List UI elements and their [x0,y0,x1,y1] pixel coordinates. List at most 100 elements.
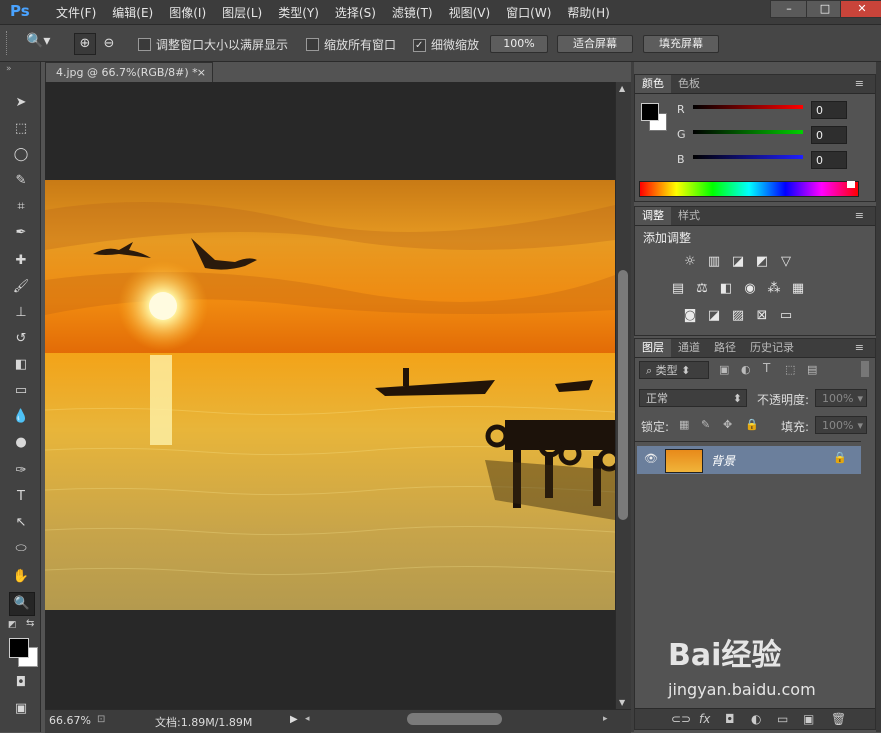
menu-item[interactable]: 图像(I) [161,4,214,21]
layer-row[interactable]: 👁 背景 🔒 [637,446,861,474]
photo-filter-icon[interactable]: ◉ [741,282,759,296]
blur-tool-icon[interactable]: 💧 [9,406,33,428]
history-brush-icon[interactable]: ↺ [9,328,33,350]
lock-pixels-icon[interactable]: ✎ [701,418,710,431]
hue-saturation-icon[interactable]: ▤ [669,282,687,296]
blend-mode-select[interactable]: 正常 ⬍ [639,389,747,407]
fit-screen-button[interactable]: 适合屏幕 [557,35,633,53]
maximize-button[interactable]: □ [806,0,844,18]
foreground-color-swatch[interactable] [641,103,659,121]
lock-transparency-icon[interactable]: ▦ [679,418,689,431]
grip-handle[interactable] [6,31,10,55]
tab-close-icon[interactable]: × [197,63,206,83]
close-button[interactable]: ✕ [840,0,881,18]
panel-menu-icon[interactable]: ≡ [848,75,871,93]
channel-g-slider[interactable] [693,130,803,134]
menu-item[interactable]: 编辑(E) [104,4,161,21]
foreground-color-swatch[interactable] [9,638,29,658]
menu-item[interactable]: 图层(L) [214,4,270,21]
menu-item[interactable]: 帮助(H) [559,4,617,21]
zoom-tool-icon[interactable]: 🔍 [9,592,35,616]
eye-icon[interactable]: 👁 [644,452,658,465]
tab-color[interactable]: 颜色 [635,75,671,93]
black-white-icon[interactable]: ◧ [717,282,735,296]
scroll-up-icon[interactable]: ▲ [619,84,625,93]
fill-screen-button[interactable]: 填充屏幕 [643,35,719,53]
filter-type-icon[interactable]: T [763,361,770,375]
hand-tool-icon[interactable]: ✋ [9,566,33,588]
checkbox-box[interactable] [413,39,426,52]
panel-collapse-strip[interactable] [876,62,881,732]
invert-icon[interactable]: ◙ [681,309,699,323]
layer-filter-select[interactable]: ⌕ 类型 ⬍ [639,361,709,379]
filter-toggle[interactable] [861,361,869,377]
zoom-tool-preset-icon[interactable]: 🔍▾ [26,33,50,49]
zoom-level[interactable]: 66.67% [49,714,91,727]
filter-shape-icon[interactable]: ⬚ [785,363,795,376]
color-lookup-icon[interactable]: ▦ [789,282,807,296]
collapse-icon[interactable]: » [6,64,12,74]
scrubby-zoom-checkbox[interactable]: 细微缩放 [413,36,479,53]
exposure-icon[interactable]: ◩ [753,255,771,269]
channel-r-value[interactable]: 0 [811,101,847,119]
checkbox-box[interactable] [306,38,319,51]
default-colors-icon[interactable]: ◩ [8,620,17,630]
zoom-in-icon[interactable]: ⊕ [74,33,96,55]
channel-g-value[interactable]: 0 [811,126,847,144]
type-tool-icon[interactable]: T [9,486,33,508]
filter-smart-object-icon[interactable]: ▤ [807,363,817,376]
lasso-tool-icon[interactable]: ◯ [9,144,33,166]
quick-select-tool-icon[interactable]: ✎ [9,170,33,192]
eraser-tool-icon[interactable]: ◧ [9,354,33,376]
channel-b-value[interactable]: 0 [811,151,847,169]
path-select-icon[interactable]: ↖ [9,512,33,534]
brightness-contrast-icon[interactable]: ☼ [681,255,699,269]
channel-r-slider[interactable] [693,105,803,109]
opacity-field[interactable]: 100% ▾ [815,389,867,407]
move-tool-icon[interactable]: ➤ [9,92,33,114]
horizontal-scroll-thumb[interactable] [407,713,502,725]
curves-icon[interactable]: ◪ [729,255,747,269]
tab-styles[interactable]: 样式 [671,207,707,225]
tab-swatches[interactable]: 色板 [671,75,707,93]
ellipse-tool-icon[interactable]: ⬭ [9,538,33,560]
selective-color-icon[interactable]: ⊠ [753,309,771,323]
vibrance-icon[interactable]: ▽ [777,255,795,269]
checkbox-box[interactable] [138,38,151,51]
color-balance-icon[interactable]: ⚖ [693,282,711,296]
dodge-tool-icon[interactable]: ● [9,432,33,454]
filter-adjustment-icon[interactable]: ◐ [741,363,751,376]
white-swatch[interactable] [847,181,855,188]
panel-menu-icon[interactable]: ≡ [848,207,871,225]
tab-paths[interactable]: 路径 [707,339,743,357]
crop-tool-icon[interactable]: ⌗ [9,196,33,218]
channel-b-slider[interactable] [693,155,803,159]
screen-mode-icon[interactable]: ▣ [9,698,33,720]
levels-icon[interactable]: ▥ [705,255,723,269]
panel-menu-icon[interactable]: ≡ [848,339,871,357]
resize-windows-checkbox[interactable]: 调整窗口大小以满屏显示 [138,36,288,53]
tab-history[interactable]: 历史记录 [743,339,801,357]
healing-brush-icon[interactable]: ✚ [9,250,33,272]
scroll-left-icon[interactable]: ◂ [305,714,310,724]
zoom-100-button[interactable]: 100% [490,35,548,53]
marquee-tool-icon[interactable]: ⬚ [9,118,33,140]
fill-field[interactable]: 100% ▾ [815,416,867,434]
gradient-tool-icon[interactable]: ▭ [9,380,33,402]
document-tab[interactable]: 4.jpg @ 66.7%(RGB/8#) * × [45,62,213,82]
tab-layers[interactable]: 图层 [635,339,671,357]
menu-item[interactable]: 类型(Y) [270,4,327,21]
menu-item[interactable]: 选择(S) [327,4,384,21]
lock-all-icon[interactable]: 🔒 [745,418,759,431]
channel-mixer-icon[interactable]: ⁂ [765,282,783,296]
vertical-scroll-thumb[interactable] [618,270,628,520]
menu-item[interactable]: 文件(F) [48,4,104,21]
status-preview-icon[interactable]: ⊡ [97,714,105,725]
gradient-map-icon[interactable]: ▭ [777,309,795,323]
posterize-icon[interactable]: ◪ [705,309,723,323]
zoom-all-windows-checkbox[interactable]: 缩放所有窗口 [306,36,396,53]
menu-item[interactable]: 视图(V) [441,4,499,21]
minimize-button[interactable]: – [770,0,808,18]
layer-name[interactable]: 背景 [711,452,735,469]
scroll-right-icon[interactable]: ▸ [603,714,608,724]
